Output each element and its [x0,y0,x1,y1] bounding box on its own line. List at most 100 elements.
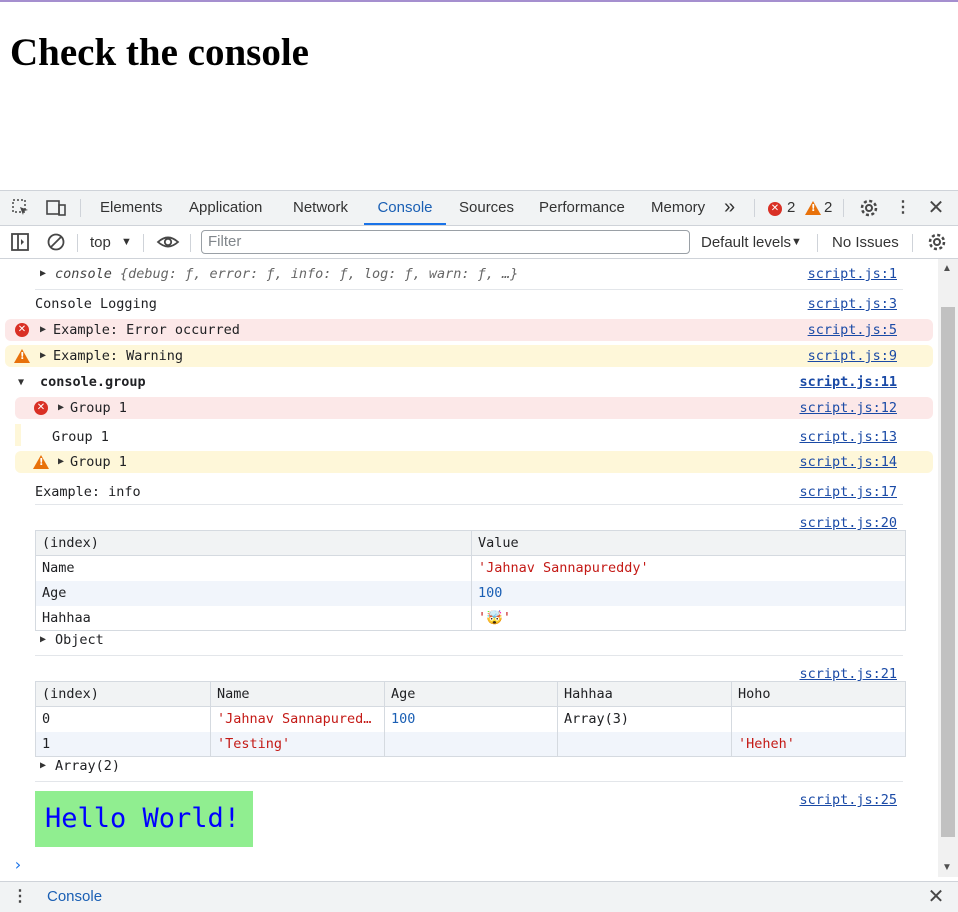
tab-application[interactable]: Application [189,191,262,225]
column-header[interactable]: Age [384,681,558,707]
source-link[interactable]: script.js:9 [808,348,897,364]
column-header[interactable]: Hahhaa [557,681,732,707]
clear-console-icon[interactable] [45,232,67,252]
console-info: Example: info script.js:17 [0,477,938,503]
tab-elements[interactable]: Elements [100,191,163,225]
device-toolbar-icon[interactable] [45,198,67,218]
console-settings-gear-icon[interactable] [926,232,948,252]
column-header[interactable]: Value [471,530,906,556]
source-link[interactable]: script.js:17 [799,484,897,500]
source-link[interactable]: script.js:13 [799,429,897,445]
filter-input[interactable]: Filter [201,230,690,254]
more-tabs-icon[interactable]: » [724,190,735,224]
array-summary-text[interactable]: Array(2) [55,758,120,774]
table-cell: Name [35,555,472,581]
console-output: ▶ console {debug: ƒ, error: ƒ, info: ƒ, … [0,259,938,877]
divider [143,234,144,252]
scroll-up-arrow-icon[interactable]: ▲ [942,263,952,274]
source-link[interactable]: script.js:14 [799,454,897,470]
console-warning: ! ▶ Example: Warning script.js:9 [0,345,938,367]
prompt-chevron-icon: › [13,855,23,874]
settings-gear-icon[interactable] [858,198,880,218]
table-row: Hahhaa '🤯' [35,605,906,631]
expand-triangle-icon[interactable]: ▶ [40,760,46,771]
console-table: (index) Value Name 'Jahnav Sannapureddy'… [35,530,906,631]
expand-triangle-icon[interactable]: ▶ [40,350,46,361]
console-message: ▶ console {debug: ƒ, error: ƒ, info: ƒ, … [0,259,938,289]
console-group-header[interactable]: ▼ console.group script.js:11 [0,369,938,395]
console-scrollbar[interactable]: ▲ ▼ [938,259,958,877]
warning-icon: ! [33,455,49,469]
error-count-icon[interactable]: ✕ [768,202,782,216]
column-header[interactable]: Hoho [731,681,906,707]
table-cell: 100 [384,706,558,732]
object-name[interactable]: console [55,266,112,282]
log-levels-select[interactable]: Default levels [701,226,791,259]
chevron-down-icon[interactable]: ▼ [791,226,802,259]
error-text: Example: Error occurred [53,322,240,338]
source-link[interactable]: script.js:21 [799,666,897,682]
source-link[interactable]: script.js:20 [799,515,897,531]
chevron-down-icon[interactable]: ▼ [121,226,132,259]
console-message: Group 1 script.js:13 [0,423,938,449]
tab-console[interactable]: Console [364,191,446,225]
tab-sources[interactable]: Sources [459,191,514,225]
context-select[interactable]: top [90,226,111,259]
table-cell: 'Jahnav Sannapured… [210,706,385,732]
warning-count-icon[interactable]: ! [805,201,821,215]
expand-triangle-icon[interactable]: ▶ [40,634,46,645]
drawer-tab-console[interactable]: Console [47,881,102,912]
error-text: Group 1 [70,400,127,416]
source-link[interactable]: script.js:25 [799,792,897,808]
column-header[interactable]: (index) [35,530,472,556]
source-link[interactable]: script.js:11 [799,374,897,390]
table-cell: 1 [35,731,211,757]
divider [817,234,818,252]
warning-count[interactable]: 2 [824,191,832,225]
column-header[interactable]: Name [210,681,385,707]
divider [80,199,81,217]
error-icon: ✕ [15,323,29,337]
expand-triangle-icon[interactable]: ▶ [40,268,46,279]
devtools-tabbar: Elements Application Network Console Sou… [0,191,958,226]
scrollbar-thumb[interactable] [941,307,955,837]
close-drawer-icon[interactable]: ✕ [925,887,947,907]
table-cell: Array(3) [557,706,732,732]
tab-performance[interactable]: Performance [539,191,625,225]
source-link[interactable]: script.js:12 [799,400,897,416]
object-summary-text[interactable]: Object [55,632,104,648]
drawer-menu-icon[interactable]: ⋮ [9,887,31,907]
page-top-border [0,0,958,2]
divider [35,781,903,782]
close-devtools-icon[interactable]: ✕ [925,198,947,218]
expand-triangle-icon[interactable]: ▶ [58,402,64,413]
table-cell: 'Heheh' [731,731,906,757]
console-prompt[interactable]: › [0,855,938,875]
error-count[interactable]: 2 [787,191,795,225]
expand-triangle-icon[interactable]: ▶ [58,456,64,467]
expand-triangle-icon[interactable]: ▶ [40,324,46,335]
console-error: ✕ ▶ Example: Error occurred script.js:5 [0,319,938,341]
table-row: Age 100 [35,580,906,606]
kebab-menu-icon[interactable]: ⋮ [892,198,914,218]
divider [35,655,903,656]
issues-button[interactable]: No Issues [832,226,899,259]
sidebar-toggle-icon[interactable] [9,232,31,252]
scroll-down-arrow-icon[interactable]: ▼ [942,862,952,873]
source-link[interactable]: script.js:5 [808,322,897,338]
collapse-triangle-icon[interactable]: ▼ [18,377,24,388]
divider [35,504,903,505]
warning-icon: ! [14,349,30,363]
tab-memory[interactable]: Memory [651,191,705,225]
source-link[interactable]: script.js:3 [808,296,897,312]
source-link[interactable]: script.js:1 [808,266,897,282]
column-header[interactable]: (index) [35,681,211,707]
inspect-element-icon[interactable] [10,198,32,218]
object-preview[interactable]: {debug: ƒ, error: ƒ, info: ƒ, log: ƒ, wa… [120,266,518,282]
tab-network[interactable]: Network [293,191,348,225]
live-expression-eye-icon[interactable] [156,232,180,252]
divider [843,199,844,217]
table-row: 1 'Testing' 'Heheh' [35,731,906,757]
table-cell [384,731,558,757]
table-cell: 100 [471,580,906,606]
